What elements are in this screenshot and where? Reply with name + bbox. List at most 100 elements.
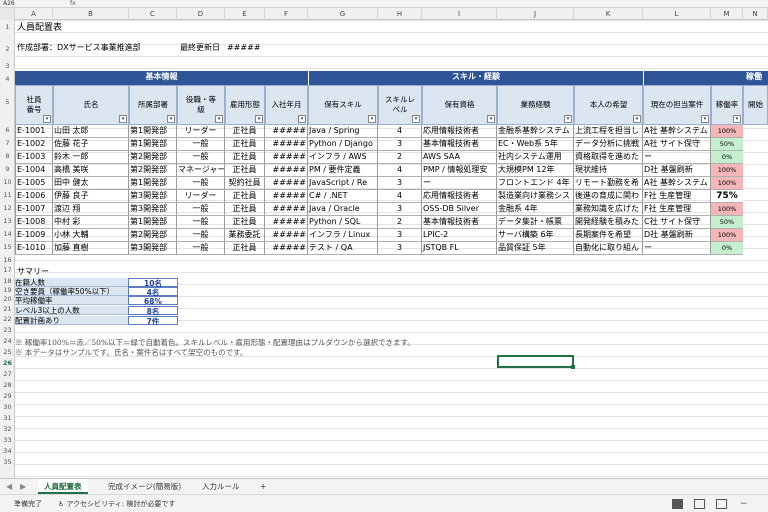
row-header[interactable]: 5	[0, 98, 15, 106]
cell-role[interactable]: 一般	[177, 151, 225, 164]
cell-role[interactable]: 一般	[177, 138, 225, 151]
filter-dropdown-icon[interactable]: ▾	[298, 115, 306, 123]
cell-project[interactable]: ー	[643, 151, 711, 164]
filter-dropdown-icon[interactable]: ▾	[564, 115, 572, 123]
cell-cert[interactable]: 応用情報技術者	[422, 190, 497, 203]
cell-id[interactable]: E-1002	[15, 138, 53, 151]
cell-skill[interactable]: PM / 要件定義	[308, 164, 378, 177]
cell-level[interactable]: 4	[378, 164, 422, 177]
cell-wish[interactable]: 資格取得を進めた	[574, 151, 643, 164]
page-break-view-icon[interactable]	[716, 499, 727, 509]
cell-experience[interactable]: 大規模PM 12年	[497, 164, 574, 177]
worksheet-grid[interactable]: 人員配置表 作成部署：DXサービス事業推進部 最終更新日 ##### 基本情報 …	[15, 20, 768, 478]
cell-experience[interactable]: 品質保証 5年	[497, 242, 574, 255]
column-header-g[interactable]: G	[308, 8, 378, 20]
row-header[interactable]: 30	[0, 403, 15, 411]
row-header[interactable]: 34	[0, 447, 15, 455]
cell-rate[interactable]: 0%	[711, 151, 743, 164]
cell-name[interactable]: 山田 太郎	[53, 125, 129, 138]
column-header-d[interactable]: D	[177, 8, 225, 20]
row-header[interactable]: 7	[0, 139, 15, 147]
cell-skill[interactable]: インフラ / AWS	[308, 151, 378, 164]
cell-employment[interactable]: 正社員	[225, 151, 265, 164]
cell-dept[interactable]: 第3開発部	[129, 242, 177, 255]
cell-role[interactable]: リーダー	[177, 190, 225, 203]
cell-name[interactable]: 小林 大輔	[53, 229, 129, 242]
row-header[interactable]: 4	[0, 75, 15, 83]
cell-level[interactable]: 4	[378, 125, 422, 138]
name-box[interactable]: A26	[0, 0, 40, 7]
cell-role[interactable]: 一般	[177, 229, 225, 242]
row-header[interactable]: 27	[0, 370, 15, 378]
filter-dropdown-icon[interactable]: ▾	[733, 115, 741, 123]
cell-skill[interactable]: Python / SQL	[308, 216, 378, 229]
cell-skill[interactable]: JavaScript / Re	[308, 177, 378, 190]
cell-join[interactable]: #####	[265, 138, 308, 151]
cell-employment[interactable]: 正社員	[225, 125, 265, 138]
cell-skill[interactable]: Java / Spring	[308, 125, 378, 138]
cell-join[interactable]: #####	[265, 190, 308, 203]
cell-id[interactable]: E-1007	[15, 203, 53, 216]
summary-value[interactable]: 8名	[128, 306, 178, 316]
cell-name[interactable]: 伊藤 良子	[53, 190, 129, 203]
cell-level[interactable]: 3	[378, 229, 422, 242]
row-header[interactable]: 3	[0, 62, 15, 70]
cell-rate[interactable]: 100%	[711, 164, 743, 177]
row-header[interactable]: 32	[0, 425, 15, 433]
tab-next-icon[interactable]: ▶	[20, 479, 26, 494]
cell-project[interactable]: A社 基幹システム	[643, 177, 711, 190]
zoom-out-icon[interactable]: −	[740, 495, 748, 512]
select-all-corner[interactable]	[0, 8, 15, 20]
cell-employment[interactable]: 業務委託	[225, 229, 265, 242]
row-header[interactable]: 14	[0, 230, 15, 238]
cell-dept[interactable]: 第1開発部	[129, 138, 177, 151]
cell-project[interactable]: A社 基幹システム	[643, 125, 711, 138]
row-header[interactable]: 13	[0, 217, 15, 225]
row-header[interactable]: 8	[0, 152, 15, 160]
cell-employment[interactable]: 正社員	[225, 164, 265, 177]
cell-level[interactable]: 3	[378, 138, 422, 151]
header-dept[interactable]: 所属部署 ▾	[129, 85, 177, 125]
column-header-l[interactable]: L	[643, 8, 711, 20]
header-level[interactable]: スキルレベル ▾	[378, 85, 422, 125]
cell-wish[interactable]: 長期案件を希望	[574, 229, 643, 242]
filter-dropdown-icon[interactable]: ▾	[368, 115, 376, 123]
cell-dept[interactable]: 第2開発部	[129, 164, 177, 177]
cell-skill[interactable]: Python / Django	[308, 138, 378, 151]
cell-role[interactable]: 一般	[177, 242, 225, 255]
header-extra[interactable]: 開始	[743, 85, 768, 125]
header-experience[interactable]: 業務経験 ▾	[497, 85, 574, 125]
cell-cert[interactable]: ー	[422, 177, 497, 190]
cell-level[interactable]: 3	[378, 203, 422, 216]
cell-name[interactable]: 佐藤 花子	[53, 138, 129, 151]
cell-dept[interactable]: 第3開発部	[129, 203, 177, 216]
cell-cert[interactable]: 基本情報技術者	[422, 138, 497, 151]
cell-project[interactable]: A社 サイト保守	[643, 138, 711, 151]
cell-project[interactable]: F社 生産管理	[643, 203, 711, 216]
column-header-n[interactable]: N	[743, 8, 768, 20]
cell-level[interactable]: 3	[378, 242, 422, 255]
cell-cert[interactable]: OSS-DB Silver	[422, 203, 497, 216]
row-header[interactable]: 21	[0, 305, 15, 313]
cell-rate[interactable]: 50%	[711, 216, 743, 229]
cell-id[interactable]: E-1010	[15, 242, 53, 255]
column-header-k[interactable]: K	[574, 8, 643, 20]
cell-wish[interactable]: 上流工程を担当し	[574, 125, 643, 138]
cell-join[interactable]: #####	[265, 229, 308, 242]
cell-id[interactable]: E-1006	[15, 190, 53, 203]
filter-dropdown-icon[interactable]: ▾	[412, 115, 420, 123]
column-header-e[interactable]: E	[225, 8, 265, 20]
cell-level[interactable]: 2	[378, 216, 422, 229]
cell-experience[interactable]: EC・Web系 5年	[497, 138, 574, 151]
header-cert[interactable]: 保有資格 ▾	[422, 85, 497, 125]
cell-level[interactable]: 4	[378, 190, 422, 203]
row-header[interactable]: 23	[0, 326, 15, 334]
row-header[interactable]: 24	[0, 337, 15, 345]
cell-experience[interactable]: サーバ構築 6年	[497, 229, 574, 242]
cell-wish[interactable]: データ分析に挑戦	[574, 138, 643, 151]
cell-dept[interactable]: 第2開発部	[129, 151, 177, 164]
cell-id[interactable]: E-1003	[15, 151, 53, 164]
filter-dropdown-icon[interactable]: ▾	[119, 115, 127, 123]
cell-wish[interactable]: リモート勤務を希	[574, 177, 643, 190]
cell-rate[interactable]: 100%	[711, 229, 743, 242]
